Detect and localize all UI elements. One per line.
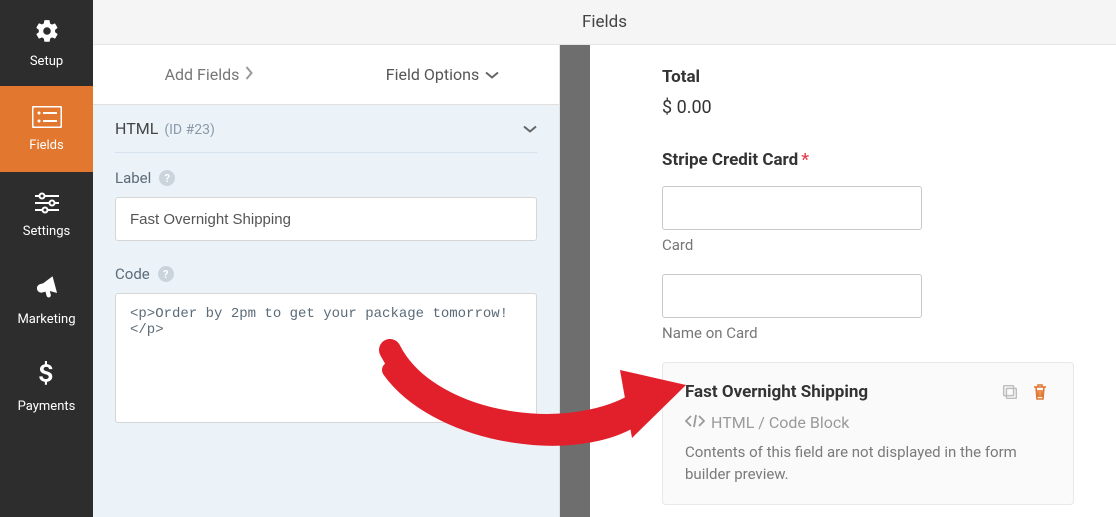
field-header[interactable]: HTML (ID #23) xyxy=(93,105,559,152)
bullhorn-icon xyxy=(34,276,60,306)
tab-label: Add Fields xyxy=(165,65,240,84)
form-icon xyxy=(32,106,62,132)
preview-pane: Total $ 0.00 Stripe Credit Card* Card Na… xyxy=(590,45,1116,517)
html-block-desc: Contents of this field are not displayed… xyxy=(685,442,1051,486)
field-options-body: HTML (ID #23) Label ? Code ? xyxy=(93,105,559,517)
code-textarea[interactable] xyxy=(115,293,537,423)
page-title: Fields xyxy=(582,12,627,32)
html-block-title: Fast Overnight Shipping xyxy=(685,382,868,402)
html-block-subtype-label: HTML / Code Block xyxy=(711,413,849,432)
code-heading-row: Code ? xyxy=(115,265,537,283)
sliders-icon xyxy=(33,192,61,218)
label-group: Label ? xyxy=(93,153,559,249)
label-input[interactable] xyxy=(115,197,537,241)
tab-add-fields[interactable]: Add Fields xyxy=(93,45,326,104)
left-panel: Add Fields Field Options HTML (ID #23) xyxy=(93,45,560,517)
stripe-label-text: Stripe Credit Card xyxy=(662,150,798,170)
sidebar: Setup Fields Settings Marketing Payments xyxy=(0,0,93,517)
field-type-label: HTML xyxy=(115,119,158,138)
total-value: $ 0.00 xyxy=(662,97,1074,118)
help-icon[interactable]: ? xyxy=(158,266,174,282)
sidebar-item-label: Fields xyxy=(29,138,63,153)
total-label: Total xyxy=(662,67,1074,87)
delete-button[interactable] xyxy=(1029,381,1051,403)
gear-icon xyxy=(34,18,60,48)
divider-bar xyxy=(560,45,590,517)
tab-label: Field Options xyxy=(386,65,479,84)
sidebar-item-payments[interactable]: Payments xyxy=(0,344,93,430)
tab-field-options[interactable]: Field Options xyxy=(326,45,559,104)
sidebar-item-marketing[interactable]: Marketing xyxy=(0,258,93,344)
html-block-subtype: HTML / Code Block xyxy=(685,413,1051,432)
card-sublabel: Card xyxy=(662,236,1074,254)
chevron-right-icon xyxy=(245,65,254,84)
sidebar-item-label: Marketing xyxy=(17,312,75,327)
name-sublabel: Name on Card xyxy=(662,324,1074,342)
chevron-down-icon xyxy=(523,119,537,138)
html-block[interactable]: Fast Overnight Shipping HTML / Code Bloc… xyxy=(662,362,1074,505)
sidebar-item-label: Settings xyxy=(23,224,70,239)
code-group: Code ? xyxy=(93,249,559,435)
name-on-card-input[interactable] xyxy=(662,274,922,318)
code-icon xyxy=(685,413,705,432)
stripe-label: Stripe Credit Card* xyxy=(662,150,1074,170)
help-icon[interactable]: ? xyxy=(159,170,175,186)
sidebar-item-label: Setup xyxy=(30,54,63,69)
sidebar-item-fields[interactable]: Fields xyxy=(0,86,93,172)
tabs: Add Fields Field Options xyxy=(93,45,559,105)
main: Add Fields Field Options HTML (ID #23) xyxy=(93,45,1116,517)
card-input[interactable] xyxy=(662,186,922,230)
required-asterisk: * xyxy=(801,150,809,170)
sidebar-item-setup[interactable]: Setup xyxy=(0,0,93,86)
sidebar-item-label: Payments xyxy=(18,399,76,414)
dollar-icon xyxy=(37,361,57,393)
header: Fields xyxy=(93,0,1116,45)
label-heading: Label xyxy=(115,169,151,187)
field-header-left: HTML (ID #23) xyxy=(115,119,215,138)
sidebar-item-settings[interactable]: Settings xyxy=(0,172,93,258)
chevron-down-icon xyxy=(485,65,499,84)
code-heading: Code xyxy=(115,265,150,283)
label-heading-row: Label ? xyxy=(115,169,537,187)
duplicate-button[interactable] xyxy=(999,381,1021,403)
field-id-label: (ID #23) xyxy=(164,122,215,138)
